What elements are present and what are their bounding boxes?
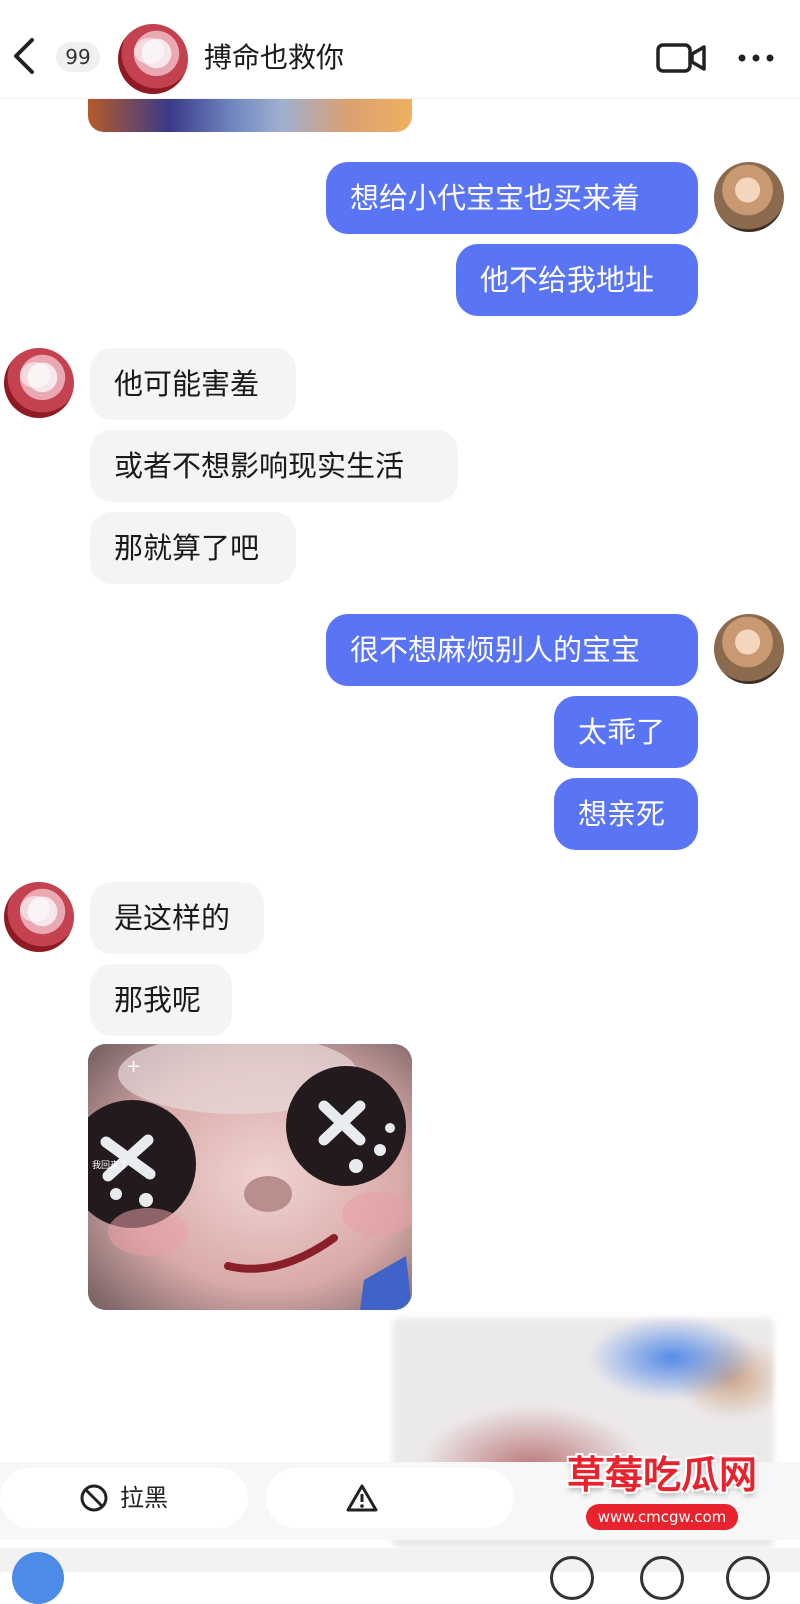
message-bubble-in[interactable]: 他可能害羞: [90, 348, 296, 420]
message-bubble-out[interactable]: 想亲死: [554, 778, 698, 850]
watermark-url: www.cmcgw.com: [585, 1504, 739, 1530]
block-button[interactable]: 拉黑: [0, 1468, 248, 1528]
message-bubble-out[interactable]: 想给小代宝宝也买来着: [326, 162, 698, 234]
doll-face-illustration: +: [88, 1044, 412, 1310]
image-icon[interactable]: [640, 1556, 684, 1600]
message-bubble-out[interactable]: 他不给我地址: [456, 244, 698, 316]
block-icon: [80, 1484, 108, 1512]
watermark-title: 草莓吃瓜网: [566, 1453, 757, 1497]
my-avatar[interactable]: [714, 614, 784, 684]
message-bubble-out[interactable]: 很不想麻烦别人的宝宝: [326, 614, 698, 686]
message-bubble-in[interactable]: 是这样的: [90, 882, 264, 954]
my-avatar[interactable]: [714, 162, 784, 232]
video-camera-icon[interactable]: [655, 40, 707, 76]
block-label: 拉黑: [120, 1484, 168, 1512]
plus-icon[interactable]: [726, 1556, 770, 1600]
contact-avatar[interactable]: [118, 24, 188, 94]
chat-header: 99 搏命也救你: [0, 0, 800, 99]
message-bubble-in[interactable]: 那我呢: [90, 964, 232, 1036]
warning-icon: [346, 1484, 378, 1512]
contact-avatar[interactable]: [4, 882, 74, 952]
svg-text:+: +: [126, 1056, 141, 1077]
message-bubble-out[interactable]: 太乖了: [554, 696, 698, 768]
sticker-image[interactable]: + 我回来了: [88, 1044, 412, 1310]
chevron-left-icon[interactable]: [8, 34, 40, 78]
contact-avatar[interactable]: [4, 348, 74, 418]
contact-name[interactable]: 搏命也救你: [204, 38, 344, 78]
report-button[interactable]: [266, 1468, 514, 1528]
more-dots-icon[interactable]: [734, 44, 778, 72]
voice-button[interactable]: [12, 1552, 64, 1604]
message-bubble-in[interactable]: 那就算了吧: [90, 512, 296, 584]
message-bubble-in[interactable]: 或者不想影响现实生活: [90, 430, 458, 502]
sticker-caption: 我回来了: [92, 1161, 129, 1171]
unread-badge: 99: [56, 42, 100, 72]
image-message-partial[interactable]: [88, 98, 412, 132]
watermark: 草莓吃瓜网 www.cmcgw.com: [552, 1448, 772, 1548]
emoji-icon[interactable]: [550, 1556, 594, 1600]
